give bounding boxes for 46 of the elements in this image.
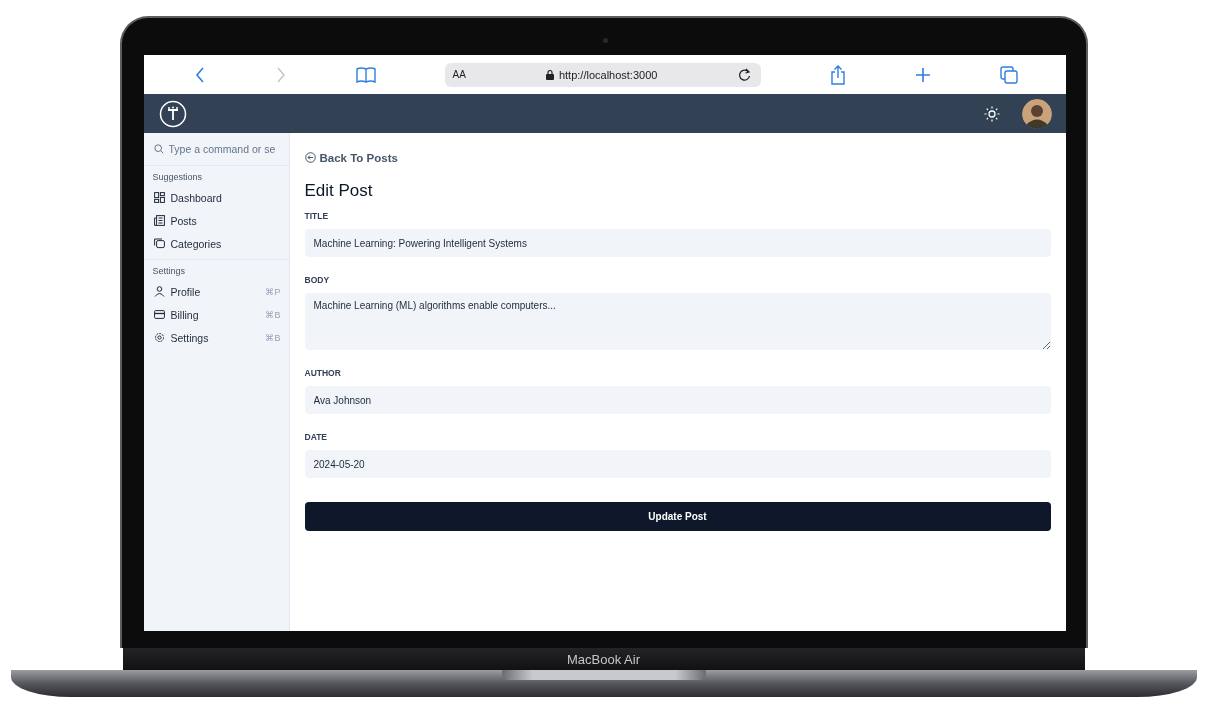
keyboard-shortcut: ⌘B [265,332,281,343]
posts-icon [153,215,165,226]
back-icon[interactable] [193,65,206,84]
sidebar-item[interactable]: Billing [170,308,260,321]
input-field[interactable]: 2024-05-20 [304,450,1051,478]
profile-icon [153,286,165,297]
field-label: BODY [304,275,331,285]
plus-icon[interactable] [914,66,931,83]
keyboard-shortcut: ⌘B [265,309,281,320]
logo-icon[interactable] [158,99,187,128]
url-text: http://localhost:3000 [558,68,658,81]
field-label: DATE [304,432,328,442]
input-field[interactable]: Ava Johnson [304,386,1051,414]
reader-label[interactable]: AA [452,69,466,80]
sidebar-item[interactable]: Settings [170,331,260,344]
avatar-icon[interactable] [1021,98,1052,129]
share-icon[interactable] [829,64,846,85]
page-heading: Edit Post [304,181,374,201]
camera-icon [602,38,608,43]
address-bar[interactable]: AA http://localhost:3000 [444,62,761,87]
sidebar-item[interactable]: Posts [170,214,281,227]
back-arrow-icon [304,152,316,163]
categories-icon [153,238,165,249]
field-label: AUTHOR [304,368,342,378]
field-label: TITLE [304,211,330,221]
model-label: MacBook Air [567,651,640,667]
lock-icon [545,69,554,80]
sidebar-item[interactable]: Categories [170,237,281,250]
back-link[interactable]: Back To Posts [304,151,398,164]
input-field[interactable]: Machine Learning: Powering Intelligent Systems [304,229,1051,257]
billing-icon [153,309,165,320]
group-heading: Suggestions [151,172,204,184]
reload-icon[interactable] [737,67,751,82]
sun-icon[interactable] [983,105,1000,122]
search-icon [153,143,164,155]
update-button[interactable]: Update Post [304,502,1051,531]
settings-icon [153,332,165,343]
sidebar-item[interactable]: Profile [170,285,260,298]
keyboard-shortcut: ⌘P [265,286,281,297]
book-icon[interactable] [355,66,376,83]
search-field[interactable]: Type a command or se [168,143,281,155]
text-area[interactable]: Machine Learning (ML) algorithms enable computers... [304,293,1051,350]
sidebar-item[interactable]: Dashboard [170,191,281,204]
tabs-icon[interactable] [999,65,1018,84]
group-heading: Settings [151,266,187,278]
dashboard-icon [153,192,165,203]
